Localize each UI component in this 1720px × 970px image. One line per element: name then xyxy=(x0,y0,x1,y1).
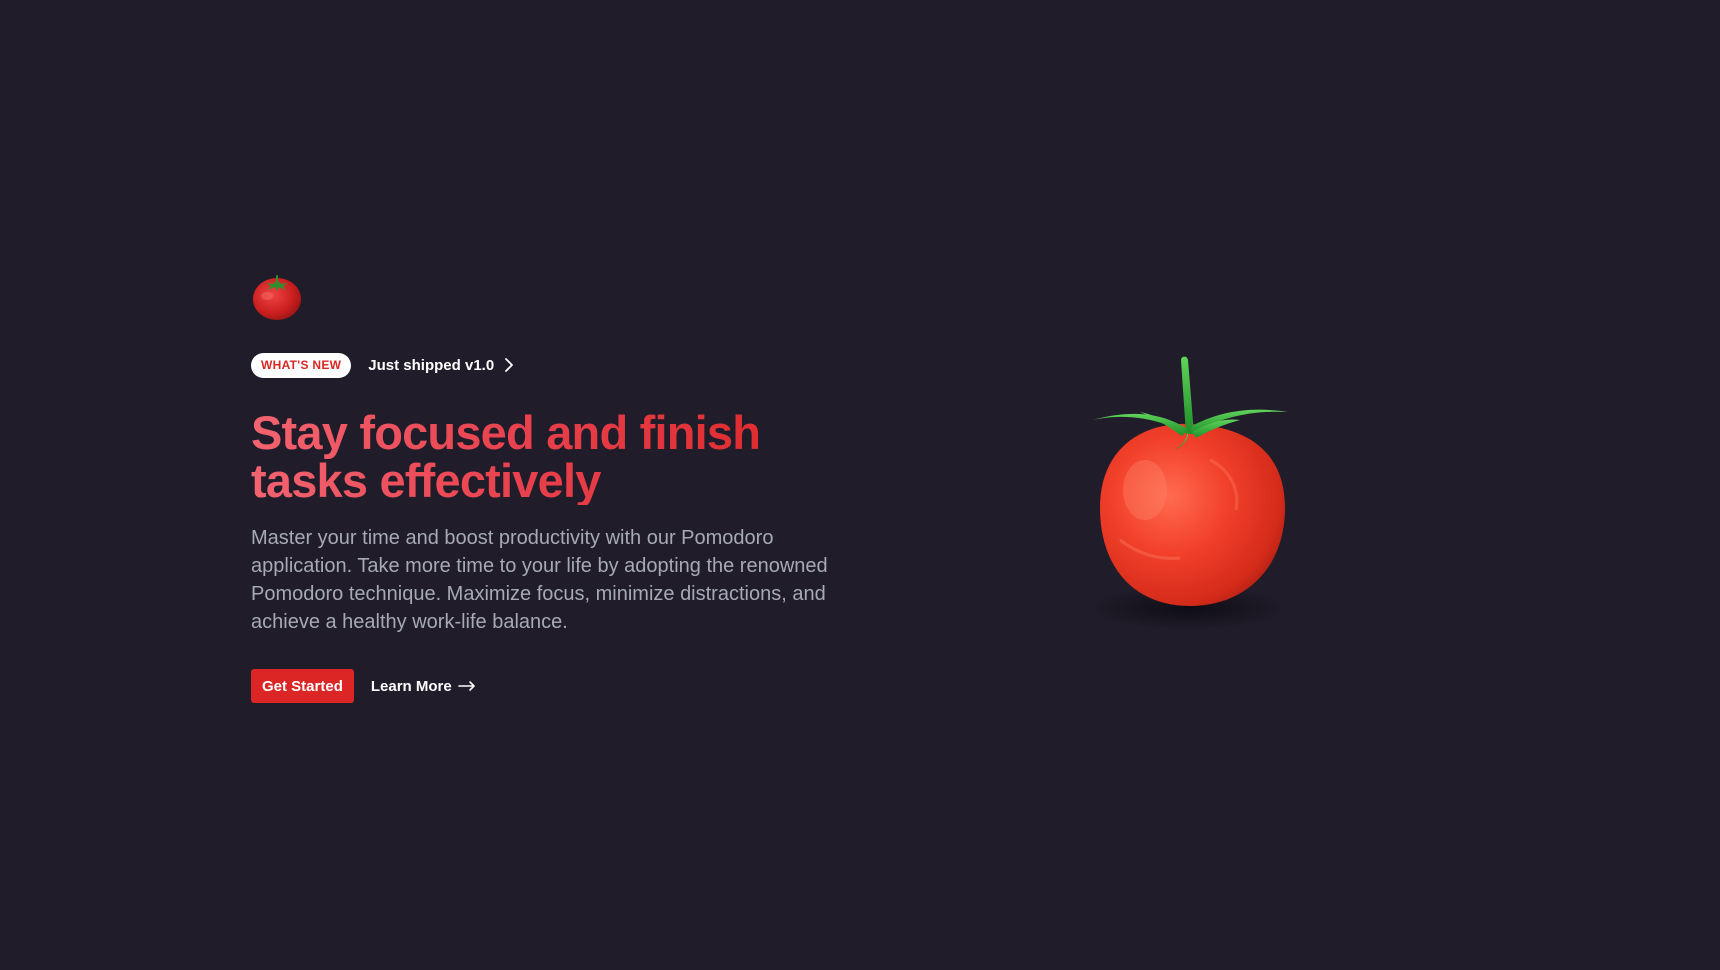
whats-new-badge: WHAT'S NEW xyxy=(251,352,352,378)
release-link-label: Just shipped v1.0 xyxy=(368,356,495,374)
hero-content: WHAT'S NEW Just shipped v1.0 Stay focuse… xyxy=(251,270,851,703)
arrow-right-icon xyxy=(457,681,475,691)
hero-headline: Stay focused and finish tasks effectivel… xyxy=(251,409,851,505)
release-link[interactable]: Just shipped v1.0 xyxy=(368,357,514,374)
learn-more-label: Learn More xyxy=(370,677,452,695)
learn-more-link[interactable]: Learn More xyxy=(371,678,476,695)
get-started-button[interactable]: Get Started xyxy=(251,669,354,703)
chevron-right-icon xyxy=(505,358,514,372)
cta-row: Get Started Learn More xyxy=(251,669,851,703)
hero-description: Master your time and boost productivity … xyxy=(251,527,828,633)
announcement-row: WHAT'S NEW Just shipped v1.0 xyxy=(251,352,851,378)
tomato-illustration xyxy=(1088,356,1288,630)
landing-page: WHAT'S NEW Just shipped v1.0 Stay focuse… xyxy=(0,0,1720,970)
tomato-logo-icon xyxy=(253,275,301,320)
